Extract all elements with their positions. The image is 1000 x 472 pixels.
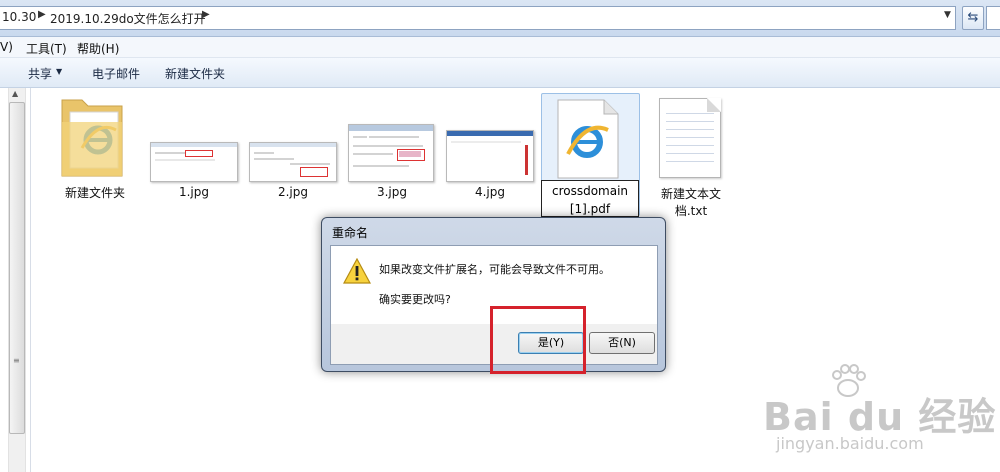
file-item-image[interactable]: 1.jpg [148, 140, 240, 200]
navigation-pane: ▲ ≡ [0, 88, 31, 472]
rename-text-line1: crossdomain [551, 184, 629, 198]
breadcrumb-separator-icon[interactable]: ▶ [202, 9, 210, 20]
address-field[interactable]: 10.30 ▶ 2019.10.29do文件怎么打开 ▶ ▼ [0, 6, 956, 30]
file-item-image[interactable]: 4.jpg [444, 128, 536, 200]
search-input[interactable] [986, 6, 1000, 30]
text-document-icon [659, 98, 721, 178]
ie-document-icon [557, 99, 619, 179]
highlight-frame [490, 306, 586, 374]
image-thumbnail [348, 124, 434, 182]
email-button[interactable]: 电子邮件 [92, 65, 140, 82]
image-thumbnail [446, 130, 534, 182]
share-button[interactable]: 共享 [28, 65, 52, 82]
file-label: 新建文件夹 [64, 186, 125, 200]
file-label: 3.jpg [376, 185, 408, 199]
command-toolbar: 共享 ▼ 电子邮件 新建文件夹 [0, 58, 1000, 88]
dialog-title: 重命名 [332, 226, 369, 240]
file-label: 新建文本文档.txt [660, 187, 721, 218]
image-thumbnail [249, 142, 337, 182]
menu-bar: V) 工具(T) 帮助(H) [0, 37, 1000, 58]
refresh-button[interactable]: ⇆ [962, 6, 984, 30]
file-item-image[interactable]: 2.jpg [247, 140, 339, 200]
breadcrumb-separator-icon[interactable]: ▶ [38, 9, 46, 20]
file-item-text[interactable]: 新建文本文档.txt [645, 98, 737, 218]
no-button[interactable]: 否(N) [589, 332, 655, 354]
watermark-url: jingyan.baidu.com [776, 434, 924, 453]
file-item-image[interactable]: 3.jpg [346, 122, 438, 200]
scroll-grip-icon: ≡ [13, 356, 20, 365]
breadcrumb-item[interactable]: 10.30 [2, 10, 36, 24]
menu-help[interactable]: 帮助(H) [77, 40, 119, 57]
breadcrumb-item[interactable]: 2019.10.29do文件怎么打开 [50, 10, 206, 27]
nav-scrollbar-thumb[interactable] [9, 102, 25, 434]
file-label: 4.jpg [474, 185, 506, 199]
dialog-question: 确实要更改吗? [379, 293, 451, 306]
rename-text-line2: [1].pdf [569, 202, 611, 216]
address-bar: 10.30 ▶ 2019.10.29do文件怎么打开 ▶ ▼ ⇆ [0, 0, 1000, 37]
folder-with-ie-icon [61, 99, 123, 177]
file-item-folder[interactable]: 新建文件夹 [54, 92, 136, 202]
dialog-message: 如果改变文件扩展名，可能会导致文件不可用。 [379, 263, 610, 276]
new-folder-button[interactable]: 新建文件夹 [165, 65, 225, 82]
menu-tools[interactable]: 工具(T) [26, 40, 67, 57]
watermark-brand: Bai du 经验 [763, 395, 997, 439]
rename-input[interactable]: crossdomain [1].pdf [541, 180, 639, 217]
file-label: 1.jpg [178, 185, 210, 199]
image-thumbnail [150, 142, 238, 182]
menu-view[interactable]: V) [0, 40, 13, 54]
share-dropdown-icon[interactable]: ▼ [56, 67, 62, 76]
address-dropdown-icon[interactable]: ▼ [944, 10, 951, 20]
file-label: 2.jpg [277, 185, 309, 199]
scroll-up-icon[interactable]: ▲ [12, 89, 18, 98]
warning-icon [343, 258, 371, 284]
